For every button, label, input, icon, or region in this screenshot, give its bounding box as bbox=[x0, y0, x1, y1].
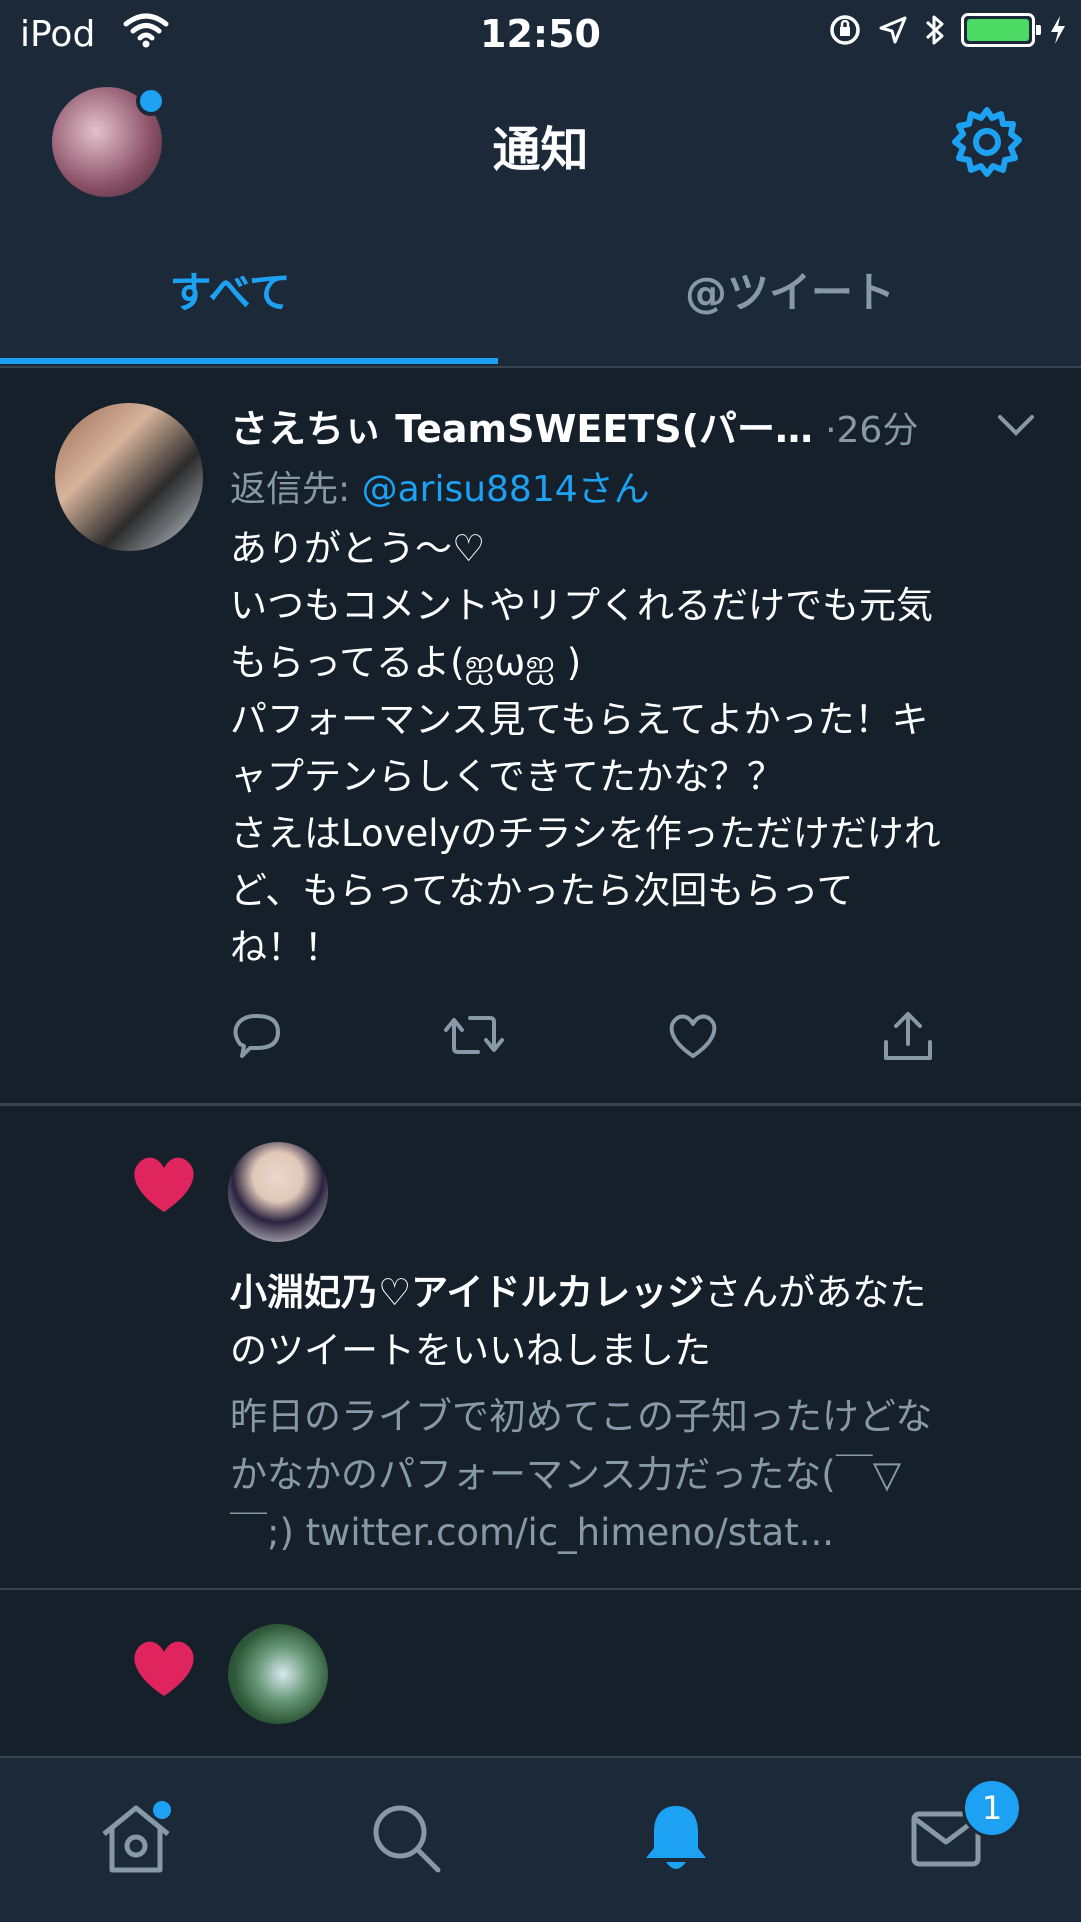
location-arrow-icon bbox=[879, 16, 907, 44]
notification-action-text: さんがあなた bbox=[704, 1271, 927, 1314]
tweet-line: ね！！ bbox=[230, 926, 341, 969]
chevron-down-icon[interactable] bbox=[996, 413, 1036, 437]
tweet-card[interactable]: さえちぃ TeamSWEETS(パー… ·26分 返信先: @arisu8814… bbox=[0, 368, 1081, 1106]
tweet-text: ありがとう〜♡ いつもコメントやリプくれるだけでも元気 もらってるよ(ஐωஐ ) パフ… bbox=[230, 520, 941, 976]
messages-badge: 1 bbox=[962, 1778, 1022, 1838]
tweet-line: いつもコメントやリプくれるだけでも元気 bbox=[230, 584, 933, 627]
tweet-timestamp: 26分 bbox=[836, 410, 919, 451]
tweet-author-name[interactable]: さえちぃ TeamSWEETS(パー… bbox=[230, 407, 813, 451]
tab-mentions[interactable]: @ツイート bbox=[500, 220, 1080, 366]
retweet-icon[interactable] bbox=[442, 1008, 506, 1062]
tweet-actions bbox=[230, 1008, 990, 1068]
tweet-line: パフォーマンス見てもらえてよかった！キ bbox=[230, 698, 929, 741]
liker-name[interactable]: 小淵妃乃♡アイドルカレッジ bbox=[230, 1271, 704, 1314]
liker-avatar[interactable] bbox=[228, 1624, 328, 1724]
tweet-line: ありがとう〜♡ bbox=[230, 527, 486, 570]
notification-tabs: すべて @ツイート bbox=[0, 220, 1081, 368]
notifications-bell-icon[interactable] bbox=[636, 1798, 716, 1878]
liked-tweet-excerpt: 昨日のライブで初めてこの子知ったけどな かなかのパフォーマンス力だったな(￣▽ ￣;… bbox=[230, 1388, 932, 1562]
reply-to-line: 返信先: @arisu8814さん bbox=[230, 460, 650, 512]
tweet-line: もらってるよ(ஐωஐ ) bbox=[230, 641, 582, 684]
orientation-lock-icon bbox=[830, 15, 860, 45]
liker-avatar[interactable] bbox=[228, 1142, 328, 1242]
settings-gear-icon[interactable] bbox=[949, 104, 1025, 180]
share-icon[interactable] bbox=[880, 1008, 936, 1064]
search-icon[interactable] bbox=[366, 1798, 446, 1878]
tweet-line: さえはLovelyのチラシを作っただけだけれ bbox=[230, 812, 941, 855]
like-heart-icon[interactable] bbox=[665, 1008, 721, 1062]
status-bar: iPod 12:50 bbox=[0, 0, 1081, 70]
excerpt-line: かなかのパフォーマンス力だったな(￣▽ bbox=[230, 1453, 902, 1496]
excerpt-line: 昨日のライブで初めてこの子知ったけどな bbox=[230, 1395, 933, 1438]
home-icon[interactable] bbox=[96, 1798, 176, 1878]
reply-to-handle[interactable]: @arisu8814さん bbox=[362, 469, 650, 510]
tab-all[interactable]: すべて bbox=[0, 220, 501, 366]
excerpt-line: ￣;) twitter.com/ic_himeno/stat... bbox=[230, 1511, 835, 1554]
tweet-header: さえちぃ TeamSWEETS(パー… ·26分 bbox=[230, 407, 919, 451]
like-notification[interactable]: 小淵妃乃♡アイドルカレッジさんがあなたのツイートをいいねしました 昨日のライブで… bbox=[0, 1106, 1081, 1591]
tweet-author-avatar[interactable] bbox=[55, 403, 203, 551]
tweet-line: ャプテンらしくできてたかな？？ bbox=[230, 755, 784, 798]
bottom-tab-bar: 1 bbox=[0, 1756, 1081, 1922]
bluetooth-icon bbox=[925, 15, 944, 45]
tweet-line: ど、もらってなかったら次回もらって bbox=[230, 869, 854, 912]
reply-icon[interactable] bbox=[230, 1008, 284, 1062]
liked-heart-icon bbox=[134, 1641, 194, 1696]
notification-action-text: のツイートをいいねしました bbox=[230, 1329, 711, 1372]
notification-text: 小淵妃乃♡アイドルカレッジさんがあなたのツイートをいいねしました bbox=[230, 1264, 926, 1380]
page-title: 通知 bbox=[492, 122, 589, 178]
like-notification[interactable] bbox=[0, 1590, 1081, 1760]
reply-to-label: 返信先: bbox=[230, 469, 362, 510]
liked-heart-icon bbox=[134, 1157, 194, 1212]
charging-bolt-icon bbox=[1051, 16, 1065, 44]
active-tab-indicator bbox=[0, 358, 498, 364]
navigation-header: 通知 bbox=[0, 70, 1081, 220]
battery-icon bbox=[961, 13, 1041, 47]
